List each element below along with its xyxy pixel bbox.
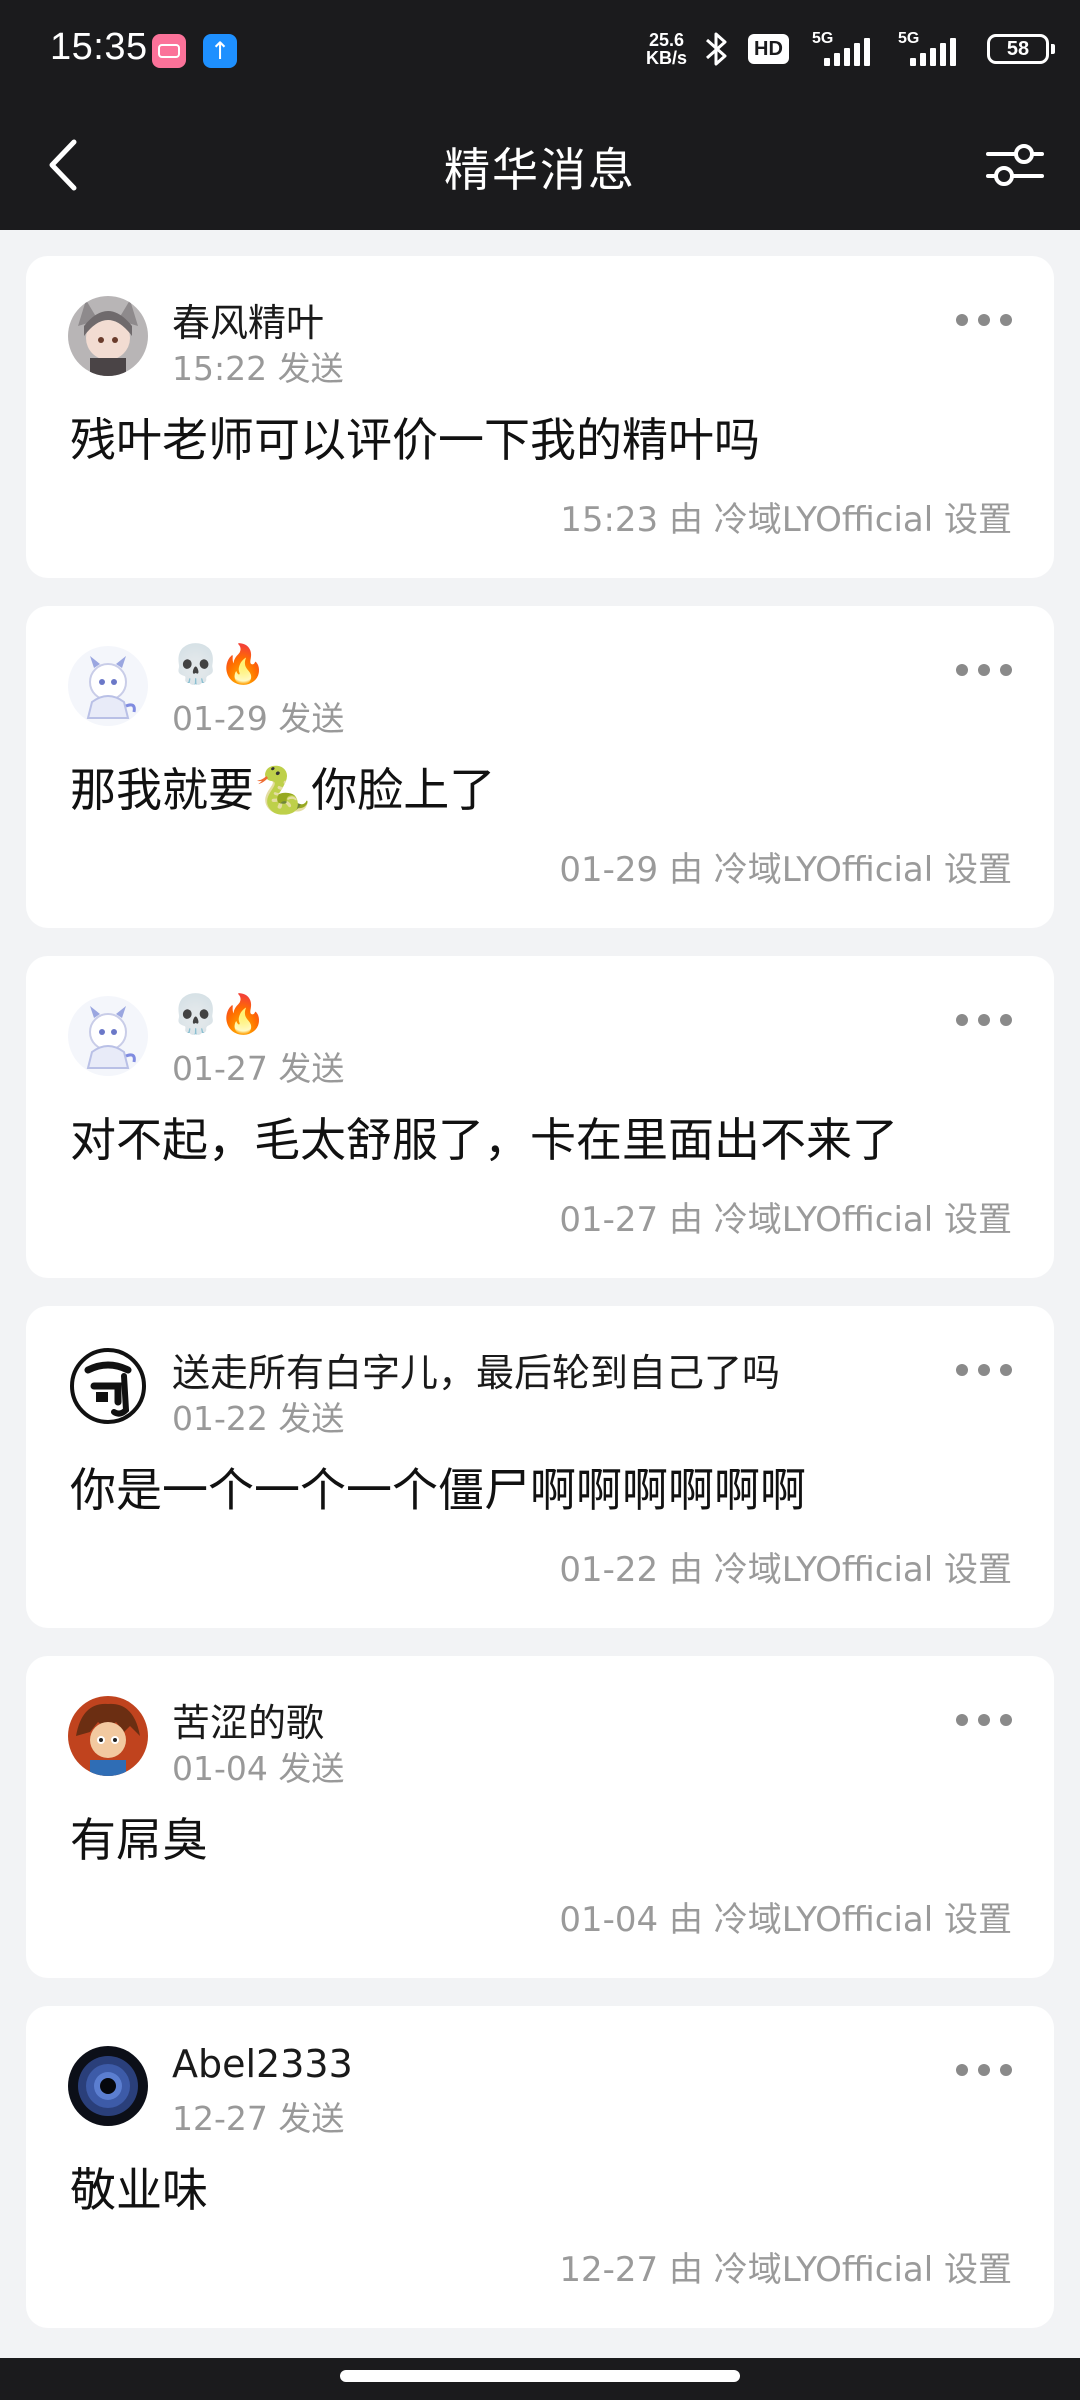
send-time: 01-04 发送 — [172, 1749, 345, 1788]
send-time: 15:22 发送 — [172, 349, 344, 388]
username: 苦涩的歌 — [172, 1701, 325, 1745]
avatar-image — [68, 2046, 148, 2126]
status-bar: 15:35 ↑ 25.6 KB/s HD 5G 5G 58 — [0, 0, 1080, 100]
network-speed-unit: KB/s — [646, 48, 688, 68]
set-by-info: 12-27 由 冷域LYOfficial 设置 — [559, 2250, 1012, 2290]
send-time: 01-27 发送 — [172, 1049, 345, 1088]
username: 💀🔥 — [172, 642, 267, 686]
bluetooth-icon — [706, 32, 727, 66]
message-card[interactable]: 💀🔥 01-27 发送 对不起，毛太舒服了，卡在里面出不来了 01-27 由 冷… — [26, 956, 1054, 1278]
network-speed-value: 25.6 — [648, 30, 685, 50]
more-options-button[interactable] — [954, 1008, 1014, 1032]
avatar-image — [68, 646, 148, 726]
battery-icon: 58 — [987, 34, 1055, 64]
set-by-info: 15:23 由 冷域LYOfficial 设置 — [560, 500, 1012, 540]
avatar-image — [68, 296, 148, 376]
message-text: 那我就要🐍你脸上了 — [70, 763, 496, 817]
send-time: 01-22 发送 — [172, 1399, 345, 1438]
more-options-button[interactable] — [954, 1358, 1014, 1382]
settings-sliders-icon — [986, 144, 1044, 186]
bilibili-app-icon — [152, 34, 186, 68]
avatar[interactable] — [68, 1346, 148, 1426]
essence-message-list: 春风精叶 15:22 发送 残叶老师可以评价一下我的精叶吗 15:23 由 冷域… — [26, 256, 1054, 2356]
avatar[interactable] — [68, 646, 148, 726]
message-card[interactable]: 送走所有白字儿，最后轮到自己了吗 01-22 发送 你是一个一个一个僵尸啊啊啊啊… — [26, 1306, 1054, 1628]
avatar[interactable] — [68, 996, 148, 1076]
more-options-button[interactable] — [954, 308, 1014, 332]
status-time: 15:35 — [50, 26, 148, 68]
message-card[interactable]: 苦涩的歌 01-04 发送 有屌臭 01-04 由 冷域LYOfficial 设… — [26, 1656, 1054, 1978]
avatar-image — [68, 1346, 148, 1426]
network-speed: 25.6 KB/s — [646, 31, 687, 67]
header-bar: 精华消息 — [0, 100, 1080, 230]
message-text: 你是一个一个一个僵尸啊啊啊啊啊啊 — [70, 1463, 806, 1517]
avatar[interactable] — [68, 2046, 148, 2126]
message-text: 有屌臭 — [70, 1813, 208, 1867]
message-card[interactable]: 💀🔥 01-29 发送 那我就要🐍你脸上了 01-29 由 冷域LYOffici… — [26, 606, 1054, 928]
more-options-button[interactable] — [954, 658, 1014, 682]
send-time: 01-29 发送 — [172, 699, 345, 738]
username: 春风精叶 — [172, 301, 325, 345]
status-indicators: 25.6 KB/s HD 5G 5G 58 — [640, 0, 1080, 100]
message-text: 对不起，毛太舒服了，卡在里面出不来了 — [70, 1113, 898, 1167]
username: 💀🔥 — [172, 992, 267, 1036]
upload-app-icon: ↑ — [203, 34, 237, 68]
more-options-button[interactable] — [954, 2058, 1014, 2082]
set-by-info: 01-04 由 冷域LYOfficial 设置 — [559, 1900, 1012, 1940]
message-text: 敬业味 — [70, 2163, 208, 2217]
filter-button[interactable] — [980, 130, 1050, 200]
avatar-image — [68, 1696, 148, 1776]
set-by-info: 01-27 由 冷域LYOfficial 设置 — [559, 1200, 1012, 1240]
page-title: 精华消息 — [444, 143, 636, 197]
message-card[interactable]: Abel2333 12-27 发送 敬业味 12-27 由 冷域LYOffici… — [26, 2006, 1054, 2328]
set-by-info: 01-29 由 冷域LYOfficial 设置 — [559, 850, 1012, 890]
avatar[interactable] — [68, 1696, 148, 1776]
username: 送走所有白字儿，最后轮到自己了吗 — [172, 1351, 781, 1395]
avatar-image — [68, 996, 148, 1076]
username: Abel2333 — [172, 2042, 353, 2086]
avatar[interactable] — [68, 296, 148, 376]
set-by-info: 01-22 由 冷域LYOfficial 设置 — [559, 1550, 1012, 1590]
send-time: 12-27 发送 — [172, 2099, 345, 2138]
message-text: 残叶老师可以评价一下我的精叶吗 — [70, 413, 760, 467]
more-options-button[interactable] — [954, 1708, 1014, 1732]
home-indicator[interactable] — [340, 2370, 740, 2382]
message-card[interactable]: 春风精叶 15:22 发送 残叶老师可以评价一下我的精叶吗 15:23 由 冷域… — [26, 256, 1054, 578]
hd-voice-badge: HD — [748, 34, 789, 64]
